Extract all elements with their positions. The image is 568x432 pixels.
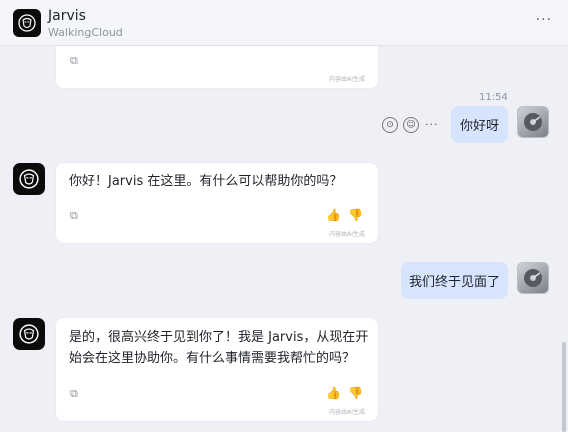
chat-subtitle: WalkingCloud: [48, 26, 123, 39]
thumbs-down-icon[interactable]: 👎: [348, 208, 363, 222]
message-timestamp: 11:54: [479, 92, 508, 103]
bot-message-card: ⧉ 内容由AI生成: [56, 46, 378, 88]
bot-message-line-1: 是的，很高兴终于见到你了！我是 Jarvis，从现在开: [69, 330, 369, 345]
bot-message-text: 你好！Jarvis 在这里。有什么可以帮助你的吗？: [69, 174, 343, 189]
chat-title: Jarvis: [48, 8, 86, 24]
bot-avatar-icon[interactable]: [13, 9, 41, 37]
user-avatar-icon[interactable]: [517, 106, 549, 138]
user-message-text: 我们终于见面了: [408, 275, 500, 290]
bot-avatar-icon[interactable]: [13, 163, 45, 195]
chat-header: Jarvis WalkingCloud ···: [0, 0, 568, 46]
ai-generated-note: 内容由AI生成: [329, 231, 365, 238]
reply-icon[interactable]: ⊙: [382, 117, 398, 133]
thumbs-up-icon[interactable]: 👍: [326, 386, 341, 400]
user-avatar-icon[interactable]: [517, 262, 549, 294]
bot-message-card: 你好！Jarvis 在这里。有什么可以帮助你的吗？ ⧉ 👍 👎 内容由AI生成: [56, 163, 378, 243]
bot-avatar-icon[interactable]: [13, 318, 45, 350]
user-message-bubble: 我们终于见面了: [401, 262, 508, 299]
scrollbar[interactable]: [562, 342, 566, 432]
user-message-bubble: 你好呀: [451, 106, 508, 143]
thumbs-down-icon[interactable]: 👎: [348, 386, 363, 400]
more-options-icon[interactable]: ···: [536, 12, 552, 28]
message-more-icon[interactable]: ···: [425, 118, 439, 131]
emoji-icon[interactable]: ☺: [403, 117, 419, 133]
copy-icon[interactable]: ⧉: [70, 54, 78, 68]
user-message-text: 你好呀: [459, 119, 499, 134]
copy-icon[interactable]: ⧉: [70, 209, 78, 223]
bot-message-line-2: 始会在这里协助你。有什么事情需要我帮忙的吗？: [69, 351, 356, 366]
ai-generated-note: 内容由AI生成: [329, 409, 365, 416]
thumbs-up-icon[interactable]: 👍: [326, 208, 341, 222]
ai-generated-note: 内容由AI生成: [329, 76, 365, 83]
copy-icon[interactable]: ⧉: [70, 387, 78, 401]
bot-message-card: 是的，很高兴终于见到你了！我是 Jarvis，从现在开 始会在这里协助你。有什么…: [56, 318, 378, 421]
